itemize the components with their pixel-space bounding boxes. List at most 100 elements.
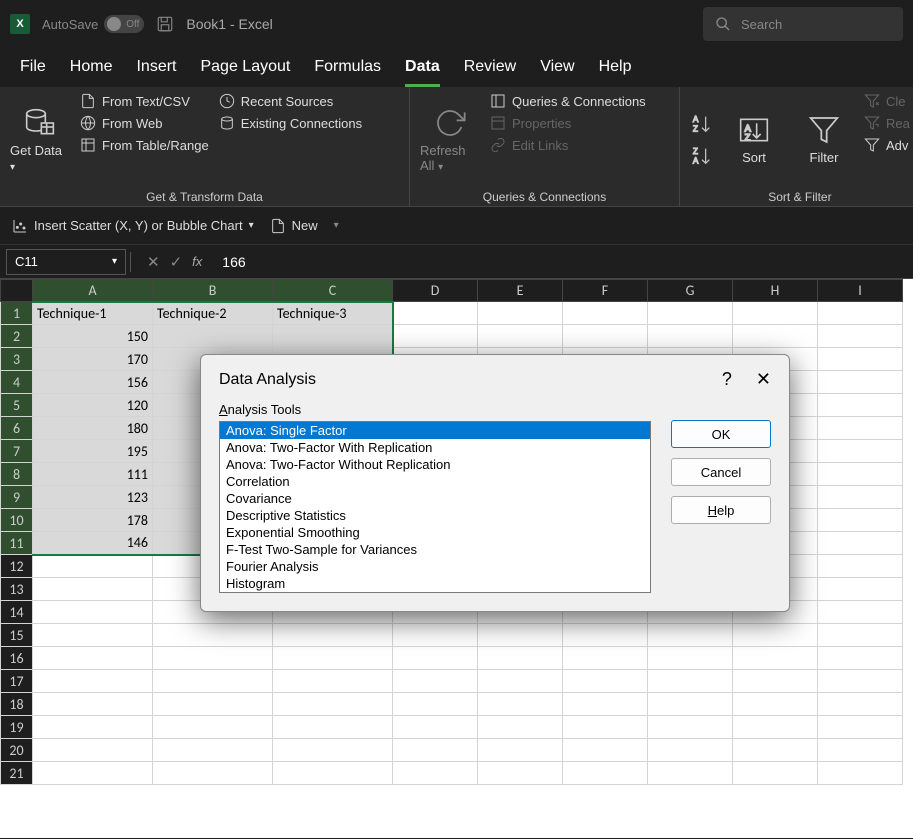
name-box[interactable]: C11 ▾	[6, 249, 126, 275]
cell-G17[interactable]	[648, 670, 733, 693]
cell-I15[interactable]	[818, 624, 903, 647]
cell-I11[interactable]	[818, 532, 903, 555]
cell-D20[interactable]	[393, 739, 478, 762]
accept-formula-icon[interactable]: ✓	[170, 253, 183, 271]
cell-E21[interactable]	[478, 762, 563, 785]
row-header-2[interactable]: 2	[1, 325, 33, 348]
listbox-item[interactable]: F-Test Two-Sample for Variances	[220, 541, 650, 558]
listbox-item[interactable]: Anova: Two-Factor With Replication	[220, 439, 650, 456]
cell-A8[interactable]: 111	[33, 463, 153, 486]
sort-button[interactable]: AZ Sort	[724, 93, 784, 186]
cell-D21[interactable]	[393, 762, 478, 785]
row-header-9[interactable]: 9	[1, 486, 33, 509]
row-header-19[interactable]: 19	[1, 716, 33, 739]
search-input[interactable]: Search	[703, 7, 903, 41]
col-header-I[interactable]: I	[818, 280, 903, 302]
listbox-item[interactable]: Correlation	[220, 473, 650, 490]
cell-A1[interactable]: Technique-1	[33, 302, 153, 325]
cell-A21[interactable]	[33, 762, 153, 785]
listbox-item[interactable]: Exponential Smoothing	[220, 524, 650, 541]
row-header-3[interactable]: 3	[1, 348, 33, 371]
advanced-filter-button[interactable]: Adv	[864, 137, 910, 153]
col-header-E[interactable]: E	[478, 280, 563, 302]
tab-insert[interactable]: Insert	[136, 58, 176, 87]
listbox-item[interactable]: Anova: Single Factor	[220, 422, 650, 439]
cell-I4[interactable]	[818, 371, 903, 394]
listbox-item[interactable]: Histogram	[220, 575, 650, 592]
new-file-button[interactable]: New	[270, 218, 318, 234]
cell-F19[interactable]	[563, 716, 648, 739]
sort-desc-icon[interactable]: ZA	[690, 145, 714, 167]
cell-F20[interactable]	[563, 739, 648, 762]
refresh-all-button[interactable]: Refresh All ▾	[420, 93, 480, 186]
tab-home[interactable]: Home	[70, 58, 113, 87]
cell-H2[interactable]	[733, 325, 818, 348]
tab-page-layout[interactable]: Page Layout	[200, 58, 290, 87]
cell-I3[interactable]	[818, 348, 903, 371]
cell-E1[interactable]	[478, 302, 563, 325]
row-header-11[interactable]: 11	[1, 532, 33, 555]
row-header-10[interactable]: 10	[1, 509, 33, 532]
cell-A2[interactable]: 150	[33, 325, 153, 348]
cell-H21[interactable]	[733, 762, 818, 785]
cell-A11[interactable]: 146	[33, 532, 153, 555]
cell-E16[interactable]	[478, 647, 563, 670]
save-icon[interactable]	[156, 15, 174, 33]
tab-formulas[interactable]: Formulas	[314, 58, 381, 87]
cell-D1[interactable]	[393, 302, 478, 325]
cell-B20[interactable]	[153, 739, 273, 762]
listbox-item[interactable]: Descriptive Statistics	[220, 507, 650, 524]
cell-A4[interactable]: 156	[33, 371, 153, 394]
col-header-A[interactable]: A	[33, 280, 153, 302]
cell-I12[interactable]	[818, 555, 903, 578]
row-header-1[interactable]: 1	[1, 302, 33, 325]
cell-D16[interactable]	[393, 647, 478, 670]
row-header-12[interactable]: 12	[1, 555, 33, 578]
cell-I7[interactable]	[818, 440, 903, 463]
cell-A16[interactable]	[33, 647, 153, 670]
cell-I18[interactable]	[818, 693, 903, 716]
cell-D18[interactable]	[393, 693, 478, 716]
cell-A3[interactable]: 170	[33, 348, 153, 371]
col-header-B[interactable]: B	[153, 280, 273, 302]
cell-A14[interactable]	[33, 601, 153, 624]
row-header-7[interactable]: 7	[1, 440, 33, 463]
cell-D2[interactable]	[393, 325, 478, 348]
cell-G19[interactable]	[648, 716, 733, 739]
cell-G15[interactable]	[648, 624, 733, 647]
cell-G21[interactable]	[648, 762, 733, 785]
row-header-14[interactable]: 14	[1, 601, 33, 624]
cell-A6[interactable]: 180	[33, 417, 153, 440]
cell-H18[interactable]	[733, 693, 818, 716]
row-header-8[interactable]: 8	[1, 463, 33, 486]
fx-icon[interactable]: fx	[192, 254, 202, 269]
col-header-H[interactable]: H	[733, 280, 818, 302]
listbox-item[interactable]: Fourier Analysis	[220, 558, 650, 575]
chevron-down-icon[interactable]: ▾	[112, 256, 117, 267]
cell-E19[interactable]	[478, 716, 563, 739]
cell-B21[interactable]	[153, 762, 273, 785]
analysis-tools-listbox[interactable]: Anova: Single FactorAnova: Two-Factor Wi…	[219, 421, 651, 593]
cell-C18[interactable]	[273, 693, 393, 716]
help-button[interactable]: Help	[671, 496, 771, 524]
cell-G20[interactable]	[648, 739, 733, 762]
ok-button[interactable]: OK	[671, 420, 771, 448]
cancel-formula-icon[interactable]: ✕	[147, 253, 160, 271]
cell-E15[interactable]	[478, 624, 563, 647]
tab-view[interactable]: View	[540, 58, 574, 87]
listbox-item[interactable]: Anova: Two-Factor Without Replication	[220, 456, 650, 473]
toggle-switch[interactable]: Off	[104, 15, 144, 33]
formula-input[interactable]: 166	[214, 254, 913, 270]
existing-connections-button[interactable]: Existing Connections	[219, 115, 362, 131]
cell-A19[interactable]	[33, 716, 153, 739]
row-header-13[interactable]: 13	[1, 578, 33, 601]
tab-file[interactable]: File	[20, 58, 46, 87]
cell-I13[interactable]	[818, 578, 903, 601]
tab-data[interactable]: Data	[405, 58, 440, 87]
cell-E2[interactable]	[478, 325, 563, 348]
autosave-toggle[interactable]: AutoSave Off	[42, 15, 144, 33]
cell-I6[interactable]	[818, 417, 903, 440]
cell-D15[interactable]	[393, 624, 478, 647]
cell-A18[interactable]	[33, 693, 153, 716]
col-header-G[interactable]: G	[648, 280, 733, 302]
